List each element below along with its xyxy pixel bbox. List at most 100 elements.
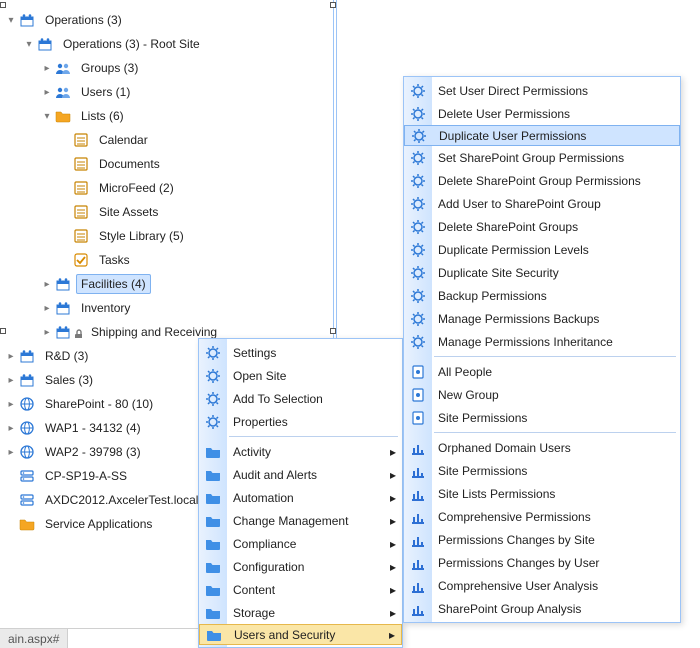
menu-item-label: Duplicate Permission Levels bbox=[432, 243, 680, 257]
menu-item[interactable]: Delete SharePoint Groups▸ bbox=[404, 215, 680, 238]
tree-node-groups[interactable]: ▸ Groups (3) bbox=[2, 56, 332, 80]
menu-item[interactable]: Set SharePoint Group Permissions▸ bbox=[404, 146, 680, 169]
tree-node-list-item[interactable]: Style Library (5) bbox=[2, 224, 332, 248]
menu-item[interactable]: Storage▸ bbox=[199, 601, 402, 624]
menu-item[interactable]: Orphaned Domain Users▸ bbox=[404, 436, 680, 459]
tree-node-list-item[interactable]: Tasks bbox=[2, 248, 332, 272]
collapse-icon[interactable]: ▾ bbox=[24, 39, 34, 50]
menu-item-label: Add User to SharePoint Group bbox=[432, 197, 680, 211]
menu-item-label: Permissions Changes by User bbox=[432, 556, 680, 570]
menu-item-label: Comprehensive User Analysis bbox=[432, 579, 680, 593]
menu-item[interactable]: Duplicate Site Security▸ bbox=[404, 261, 680, 284]
expand-icon[interactable]: ▸ bbox=[42, 327, 52, 338]
expand-icon[interactable]: ▸ bbox=[6, 447, 16, 458]
collapse-icon[interactable]: ▾ bbox=[6, 15, 16, 26]
expand-icon[interactable]: ▸ bbox=[6, 351, 16, 362]
menu-item[interactable]: Permissions Changes by User▸ bbox=[404, 551, 680, 574]
menu-separator bbox=[229, 436, 398, 437]
site-icon bbox=[18, 11, 36, 29]
tree-label: Lists (6) bbox=[76, 106, 129, 126]
chart-icon bbox=[404, 509, 432, 525]
chart-icon bbox=[404, 440, 432, 456]
folder-icon bbox=[200, 627, 228, 643]
menu-item[interactable]: All People▸ bbox=[404, 360, 680, 383]
tree-label: MicroFeed (2) bbox=[94, 178, 179, 198]
status-tab[interactable]: ain.aspx# bbox=[0, 629, 68, 648]
expand-icon[interactable]: ▸ bbox=[6, 375, 16, 386]
expand-icon[interactable]: ▸ bbox=[6, 399, 16, 410]
menu-item-label: Storage bbox=[227, 606, 384, 620]
menu-item[interactable]: New Group▸ bbox=[404, 383, 680, 406]
menu-item[interactable]: Open Site▸ bbox=[199, 364, 402, 387]
menu-item[interactable]: Site Permissions▸ bbox=[404, 406, 680, 429]
menu-item[interactable]: Duplicate User Permissions▸ bbox=[404, 125, 680, 146]
resize-handle[interactable] bbox=[0, 2, 6, 8]
expand-icon[interactable]: ▸ bbox=[42, 303, 52, 314]
resize-handle[interactable] bbox=[0, 328, 6, 334]
menu-item[interactable]: Permissions Changes by Site▸ bbox=[404, 528, 680, 551]
menu-item[interactable]: Delete User Permissions▸ bbox=[404, 102, 680, 125]
tree-node-list-item[interactable]: Site Assets bbox=[2, 200, 332, 224]
menu-item[interactable]: Manage Permissions Inheritance▸ bbox=[404, 330, 680, 353]
tree-node-list-item[interactable]: MicroFeed (2) bbox=[2, 176, 332, 200]
tree-node-operations[interactable]: ▾ Operations (3) bbox=[2, 8, 332, 32]
gear-icon bbox=[404, 106, 432, 122]
menu-item-label: Users and Security bbox=[228, 628, 383, 642]
menu-item[interactable]: Backup Permissions▸ bbox=[404, 284, 680, 307]
tree-label: AXDC2012.AxcelerTest.local bbox=[40, 490, 203, 510]
menu-item[interactable]: Audit and Alerts▸ bbox=[199, 463, 402, 486]
menu-item[interactable]: Comprehensive Permissions▸ bbox=[404, 505, 680, 528]
menu-item-label: SharePoint Group Analysis bbox=[432, 602, 680, 616]
menu-item[interactable]: Activity▸ bbox=[199, 440, 402, 463]
menu-item[interactable]: Compliance▸ bbox=[199, 532, 402, 555]
menu-item[interactable]: Configuration▸ bbox=[199, 555, 402, 578]
resize-handle[interactable] bbox=[330, 328, 336, 334]
tree-node-lists[interactable]: ▾ Lists (6) bbox=[2, 104, 332, 128]
tree-label: CP-SP19-A-SS bbox=[40, 466, 132, 486]
menu-item[interactable]: Add To Selection▸ bbox=[199, 387, 402, 410]
menu-item[interactable]: Set User Direct Permissions▸ bbox=[404, 79, 680, 102]
menu-item[interactable]: SharePoint Group Analysis▸ bbox=[404, 597, 680, 620]
expand-icon[interactable]: ▸ bbox=[42, 63, 52, 74]
chevron-right-icon: ▸ bbox=[384, 537, 402, 551]
menu-item[interactable]: Duplicate Permission Levels▸ bbox=[404, 238, 680, 261]
chevron-right-icon: ▸ bbox=[384, 560, 402, 574]
menu-item[interactable]: Add User to SharePoint Group▸ bbox=[404, 192, 680, 215]
tree-node-list-item[interactable]: Calendar bbox=[2, 128, 332, 152]
collapse-icon[interactable]: ▾ bbox=[42, 111, 52, 122]
tree-node-users[interactable]: ▸ Users (1) bbox=[2, 80, 332, 104]
list-icon bbox=[72, 251, 90, 269]
menu-item[interactable]: Comprehensive User Analysis▸ bbox=[404, 574, 680, 597]
menu-item-label: Compliance bbox=[227, 537, 384, 551]
menu-item-label: Configuration bbox=[227, 560, 384, 574]
menu-item[interactable]: Properties▸ bbox=[199, 410, 402, 433]
menu-item-label: Open Site bbox=[227, 369, 402, 383]
chart-icon bbox=[404, 486, 432, 502]
resize-handle[interactable] bbox=[330, 2, 336, 8]
expand-icon[interactable]: ▸ bbox=[42, 87, 52, 98]
gear-icon bbox=[199, 368, 227, 384]
gear-icon bbox=[404, 150, 432, 166]
gear-icon bbox=[404, 219, 432, 235]
tree-node-facilities[interactable]: ▸ Facilities (4) bbox=[2, 272, 332, 296]
note-icon bbox=[404, 364, 432, 380]
gear-icon bbox=[405, 128, 433, 144]
menu-item[interactable]: Site Permissions▸ bbox=[404, 459, 680, 482]
menu-item[interactable]: Delete SharePoint Group Permissions▸ bbox=[404, 169, 680, 192]
tree-node-list-item[interactable]: Documents bbox=[2, 152, 332, 176]
menu-item[interactable]: Change Management▸ bbox=[199, 509, 402, 532]
menu-item[interactable]: Content▸ bbox=[199, 578, 402, 601]
list-icon bbox=[72, 227, 90, 245]
expand-icon[interactable]: ▸ bbox=[42, 279, 52, 290]
tree-node-rootsite[interactable]: ▾ Operations (3) - Root Site bbox=[2, 32, 332, 56]
expand-icon[interactable]: ▸ bbox=[6, 423, 16, 434]
menu-item[interactable]: Manage Permissions Backups▸ bbox=[404, 307, 680, 330]
menu-item[interactable]: Site Lists Permissions▸ bbox=[404, 482, 680, 505]
menu-item[interactable]: Settings▸ bbox=[199, 341, 402, 364]
tree-node-inventory[interactable]: ▸ Inventory bbox=[2, 296, 332, 320]
menu-item[interactable]: Users and Security▸ bbox=[199, 624, 402, 645]
tree-label: Sales (3) bbox=[40, 370, 98, 390]
menu-item[interactable]: Automation▸ bbox=[199, 486, 402, 509]
server-icon bbox=[18, 467, 36, 485]
chevron-right-icon: ▸ bbox=[384, 445, 402, 459]
